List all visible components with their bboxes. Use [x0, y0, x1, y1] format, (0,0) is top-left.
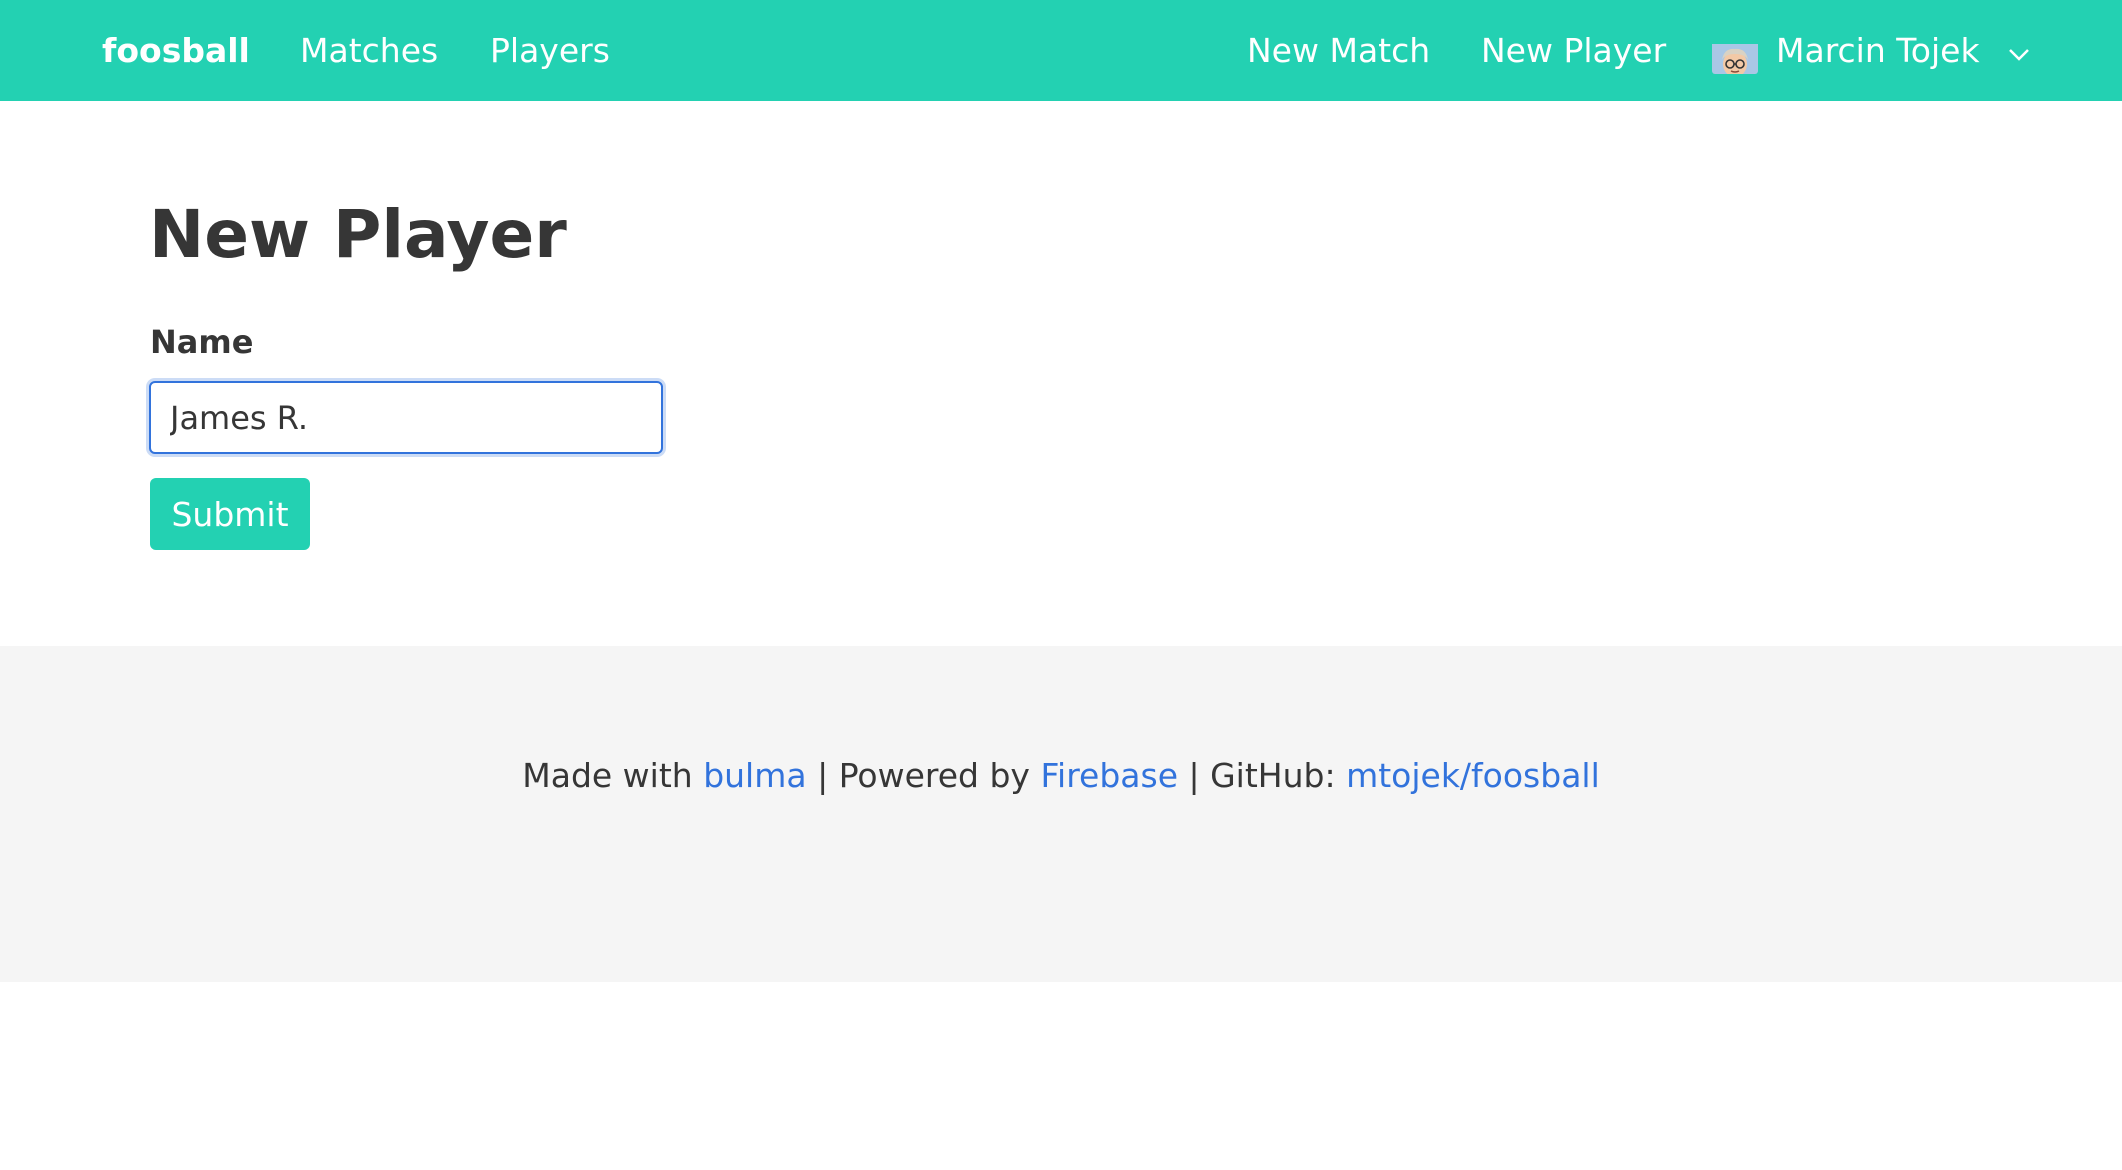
submit-button[interactable]: Submit — [150, 478, 310, 550]
nav-link-new-match[interactable]: New Match — [1247, 0, 1430, 101]
footer: Made with bulma | Powered by Firebase | … — [0, 646, 2122, 982]
chevron-down-icon — [2008, 0, 2030, 101]
github-link[interactable]: mtojek/foosball — [1346, 756, 1600, 795]
navbar: foosball Matches Players New Match New P… — [0, 0, 2122, 101]
nav-link-matches[interactable]: Matches — [300, 0, 438, 101]
name-input[interactable] — [149, 381, 663, 454]
footer-powered-by: | Powered by — [806, 756, 1041, 795]
bulma-link[interactable]: bulma — [703, 756, 806, 795]
footer-made-with: Made with — [522, 756, 704, 795]
nav-link-players[interactable]: Players — [490, 0, 610, 101]
avatar-icon — [1712, 28, 1758, 74]
user-name: Marcin Tojek — [1776, 31, 1980, 70]
nav-link-new-player[interactable]: New Player — [1481, 0, 1666, 101]
footer-github: | GitHub: — [1178, 756, 1347, 795]
brand-link[interactable]: foosball — [102, 0, 250, 101]
user-menu[interactable]: Marcin Tojek — [1712, 0, 2030, 101]
footer-text: Made with bulma | Powered by Firebase | … — [0, 746, 2122, 806]
firebase-link[interactable]: Firebase — [1040, 756, 1178, 795]
page-title: New Player — [149, 196, 567, 273]
name-label: Name — [150, 323, 254, 361]
